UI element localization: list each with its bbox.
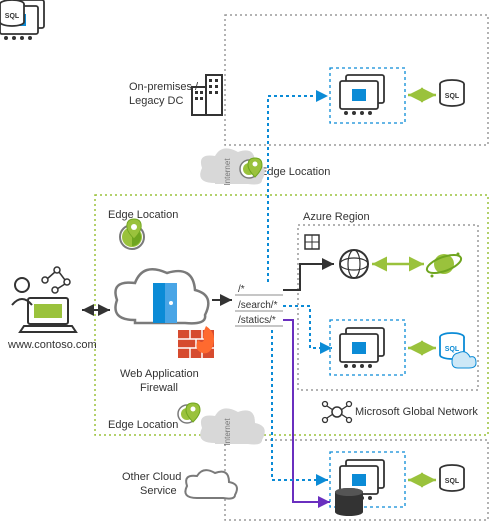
onprem-vm-icon (340, 75, 384, 115)
waf-label-2: Firewall (140, 382, 178, 394)
other-cloud-icon (185, 470, 237, 498)
other-cloud-label-1: Other Cloud (122, 471, 181, 483)
svg-text:Internet: Internet (223, 418, 232, 446)
svg-text:Internet: Internet (223, 158, 232, 186)
onprem-sql-icon (440, 80, 464, 106)
edge-cloud-icon (115, 269, 208, 323)
edge-bottom-label: Edge Location (108, 419, 178, 431)
svg-text:SQL: SQL (5, 13, 20, 20)
route-root: /* (238, 284, 245, 295)
firewall-icon (178, 326, 214, 358)
global-network-icon (323, 402, 352, 423)
edge-left-label: Edge Location (108, 209, 178, 221)
edge-pin-left-icon (120, 219, 144, 249)
svg-text:SQL: SQL (445, 346, 460, 353)
waf-label-1: Web Application (120, 368, 199, 380)
cosmos-icon (425, 251, 464, 277)
route-search-link (283, 306, 332, 348)
onprem-label-1: On-premises / (129, 81, 199, 93)
route-statics: /statics/* (238, 315, 276, 326)
architecture-diagram: On-premises / Legacy DC Edge Location Ed… (0, 0, 500, 530)
azure-region-box (298, 225, 478, 390)
cloud-sql-icon (440, 465, 464, 491)
edge-top-label: Edge Location (260, 166, 330, 178)
onprem-label-2: Legacy DC (129, 95, 183, 107)
internet-cloud-bottom: Internet (200, 408, 265, 445)
www-label: www.contoso.com (7, 339, 97, 351)
azure-sql-icon: SQL (440, 333, 476, 368)
azure-vm-icon (340, 328, 384, 368)
other-cloud-label-2: Service (140, 485, 177, 497)
route-search: /search/* (238, 300, 278, 311)
app-gateway-icon (305, 235, 319, 249)
molecule-icon (42, 267, 70, 293)
azure-region-label: Azure Region (303, 211, 370, 223)
edge-pin-bottom-icon (178, 403, 200, 423)
globe-icon (340, 250, 368, 278)
laptop-icon (20, 298, 76, 332)
storage-icon (335, 488, 363, 516)
mgn-label: Microsoft Global Network (355, 406, 478, 418)
route-statics-link (283, 320, 330, 502)
edge-to-othercloud-link (272, 330, 328, 480)
route-root-link (283, 264, 334, 290)
